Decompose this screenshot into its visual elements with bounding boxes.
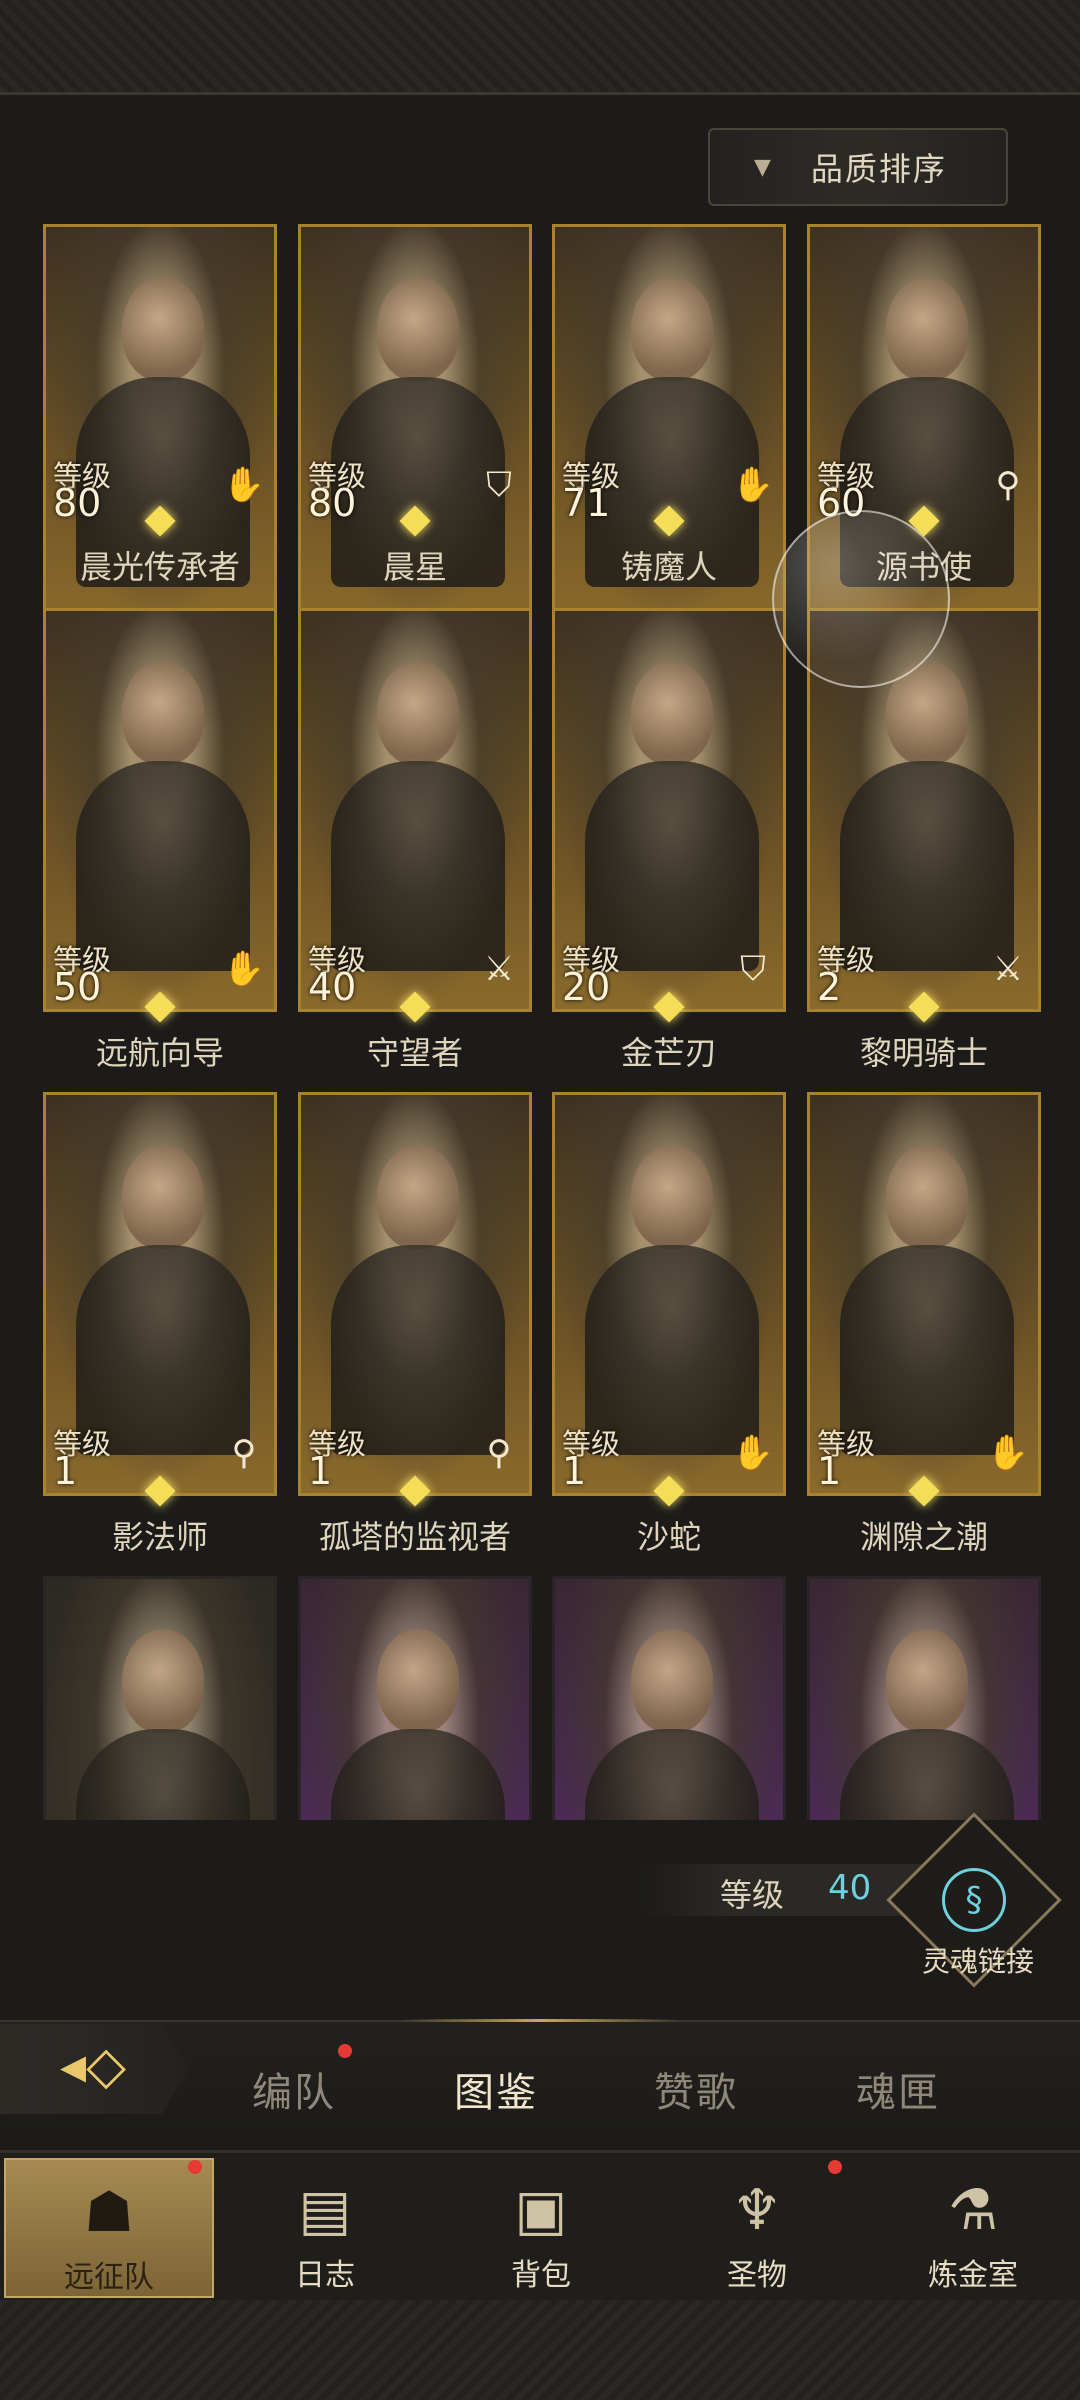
staff-icon: ⚲ xyxy=(486,1433,512,1473)
level-value: 1 xyxy=(817,1449,842,1493)
hero-name: 黎明骑士 xyxy=(859,1034,988,1072)
sword-icon: ⚔ xyxy=(992,949,1024,989)
level-value: 40 xyxy=(308,965,357,1009)
tab-soul-box[interactable]: 魂匣 xyxy=(856,2060,940,2118)
hero-name: 守望者 xyxy=(366,1034,463,1072)
hero-card[interactable] xyxy=(43,1576,277,1820)
hero-name: 晨光传承者 xyxy=(79,548,240,586)
soul-link-label: 灵魂链接 xyxy=(922,1945,1035,1978)
level-value: 80 xyxy=(308,481,357,525)
alchemy-icon: ⚗ xyxy=(947,2178,999,2243)
horned-helmet-icon: ☗ xyxy=(83,2180,135,2245)
level-value: 80 xyxy=(53,481,102,525)
hand-icon: ✋ xyxy=(222,465,266,505)
hero-portrait xyxy=(46,1579,274,1820)
nav-label: 圣物 xyxy=(727,2258,787,2293)
hero-portrait xyxy=(555,1579,783,1820)
hero-name: 渊隙之潮 xyxy=(859,1518,988,1556)
tab-codex[interactable]: 图鉴 xyxy=(454,2060,538,2118)
hero-collection-grid: 等级 80 ✋ 晨光传承者 等级 80 ⛉ 晨星 等级 71 ✋ 铸魔人 等级 … xyxy=(0,0,1080,1820)
tab-hymn[interactable]: 赞歌 xyxy=(654,2060,738,2118)
notification-dot xyxy=(828,2160,842,2174)
level-value: 1 xyxy=(308,1449,333,1493)
nav-alchemy[interactable]: ⚗ 炼金室 xyxy=(868,2158,1078,2298)
notification-dot xyxy=(338,2044,352,2058)
hero-portrait xyxy=(301,1579,529,1820)
hero-name: 铸魔人 xyxy=(620,548,717,586)
staff-icon: ⚲ xyxy=(231,1433,257,1473)
shield-icon: ⛉ xyxy=(486,465,512,505)
soul-link-level-value: 40 xyxy=(828,1868,872,1908)
notification-dot xyxy=(188,2160,202,2174)
soul-link-level-label: 等级 xyxy=(720,1876,785,1914)
level-value: 71 xyxy=(562,481,611,525)
hero-portrait xyxy=(810,1579,1038,1820)
level-value: 50 xyxy=(53,965,102,1009)
hand-icon: ✋ xyxy=(731,1433,775,1473)
hero-card[interactable] xyxy=(807,1576,1041,1820)
tab-formation[interactable]: 编队 xyxy=(252,2060,336,2118)
nav-label: 背包 xyxy=(511,2258,571,2293)
hand-icon: ✋ xyxy=(986,1433,1030,1473)
nav-relics[interactable]: ♆ 圣物 xyxy=(652,2158,862,2298)
level-value: 20 xyxy=(562,965,611,1009)
hand-icon: ✋ xyxy=(222,949,266,989)
hero-card[interactable]: 等级 20 ⛉ xyxy=(552,608,786,1012)
level-value: 2 xyxy=(817,965,842,1009)
floating-bubble-effect xyxy=(772,510,950,688)
nav-label: 日志 xyxy=(295,2258,355,2293)
hero-name: 金芒刃 xyxy=(620,1034,717,1072)
hero-card[interactable]: 等级 1 ✋ xyxy=(807,1092,1041,1496)
tab-bar-ornament xyxy=(400,2019,680,2022)
level-value: 1 xyxy=(53,1449,78,1493)
link-icon: § xyxy=(942,1868,1006,1932)
sword-icon: ⚔ xyxy=(483,949,515,989)
hero-card[interactable]: 等级 40 ⚔ xyxy=(298,608,532,1012)
staff-icon: ⚲ xyxy=(995,465,1021,505)
hero-name: 孤塔的监视者 xyxy=(318,1518,511,1556)
nav-label: 远征队 xyxy=(64,2260,154,2295)
hero-card[interactable]: 等级 1 ✋ xyxy=(552,1092,786,1496)
level-value: 1 xyxy=(562,1449,587,1493)
nav-label: 炼金室 xyxy=(928,2258,1018,2293)
hero-card[interactable]: 等级 50 ✋ xyxy=(43,608,277,1012)
hero-card[interactable]: 等级 1 ⚲ xyxy=(298,1092,532,1496)
scroll-map-icon: ▤ xyxy=(298,2178,352,2243)
bottom-ornament-frame xyxy=(0,2300,1080,2400)
nav-journal[interactable]: ▤ 日志 xyxy=(220,2158,430,2298)
backpack-icon: ▣ xyxy=(514,2178,568,2243)
nav-expedition[interactable]: ☗ 远征队 xyxy=(4,2158,214,2298)
hero-card[interactable]: 等级 1 ⚲ xyxy=(43,1092,277,1496)
hand-icon: ✋ xyxy=(731,465,775,505)
back-arrow-icon: ◂◇ xyxy=(60,2036,127,2096)
hero-name: 影法师 xyxy=(111,1518,208,1556)
hero-card[interactable] xyxy=(298,1576,532,1820)
hero-card[interactable] xyxy=(552,1576,786,1820)
chalice-icon: ♆ xyxy=(731,2178,783,2243)
shield-icon: ⛉ xyxy=(740,949,766,989)
hero-name: 沙蛇 xyxy=(636,1518,701,1556)
hero-name: 远航向导 xyxy=(95,1034,224,1072)
hero-name: 晨星 xyxy=(382,548,447,586)
nav-backpack[interactable]: ▣ 背包 xyxy=(436,2158,646,2298)
